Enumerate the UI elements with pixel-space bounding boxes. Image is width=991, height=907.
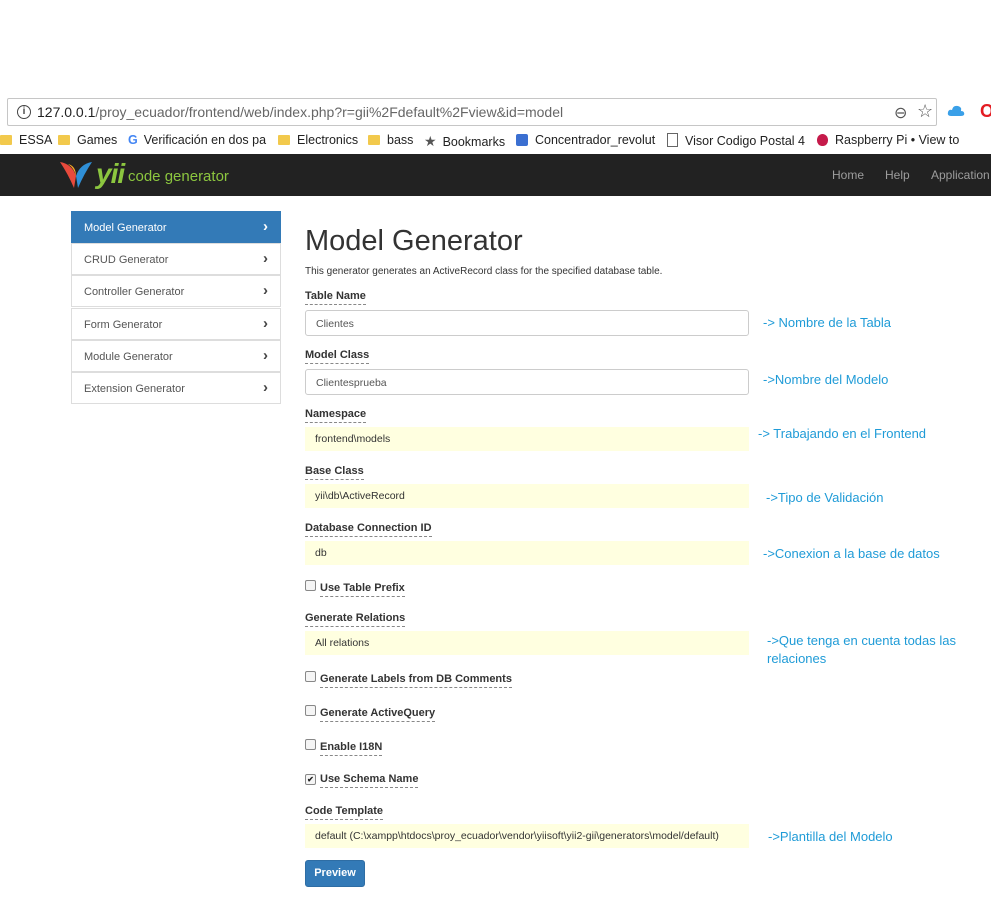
page-title: Model Generator — [305, 225, 523, 257]
bookmark-star-icon[interactable]: ☆ — [917, 101, 933, 122]
annotation-table: -> Nombre de la Tabla — [763, 315, 892, 330]
bookmark-raspberry[interactable]: Raspberry Pi • View to — [817, 133, 959, 147]
generate-activequery-checkbox[interactable]: Generate ActiveQuery — [305, 705, 436, 722]
checkbox-unchecked[interactable] — [305, 671, 316, 682]
generate-relations-input[interactable]: All relations — [305, 631, 749, 655]
chevron-right-icon: › — [263, 347, 268, 364]
folder-icon — [368, 135, 380, 145]
folder-icon — [58, 135, 70, 145]
bookmark-bass[interactable]: bass — [368, 133, 413, 147]
folder-icon — [278, 135, 290, 145]
base-class-label: Base Class — [305, 465, 364, 480]
table-name-label: Table Name — [305, 290, 366, 305]
nav-application[interactable]: Application — [931, 168, 990, 182]
nav-help[interactable]: Help — [885, 168, 910, 182]
zoom-out-icon[interactable]: ⊖ — [894, 103, 907, 123]
address-bar[interactable]: i 127.0.0.1/proy_ecuador/frontend/web/in… — [7, 98, 937, 126]
yii-logo[interactable]: yii code generator — [58, 158, 238, 192]
star-icon: ★ — [424, 133, 437, 149]
sidebar-item-model-generator[interactable]: Model Generator › — [71, 211, 281, 243]
folder-icon — [0, 135, 12, 145]
labels-from-db-checkbox[interactable]: Generate Labels from DB Comments — [305, 671, 512, 688]
annotation-template: ->Plantilla del Modelo — [768, 829, 893, 844]
navbar: yii code generator Home Help Application — [0, 154, 991, 196]
checkbox-checked[interactable]: ✔ — [305, 774, 316, 785]
table-name-input[interactable]: Clientes — [305, 310, 749, 336]
bookmark-verificacion[interactable]: G Verificación en dos pa — [128, 133, 266, 147]
chevron-right-icon: › — [263, 250, 268, 267]
bookmark-games[interactable]: Games — [58, 133, 117, 147]
checkbox-unchecked[interactable] — [305, 705, 316, 716]
checkbox-unchecked[interactable] — [305, 739, 316, 750]
model-class-input[interactable]: Clientesprueba — [305, 369, 749, 395]
bookmark-bookmarks[interactable]: ★ Bookmarks — [424, 133, 505, 150]
sidebar-item-crud-generator[interactable]: CRUD Generator › — [71, 243, 281, 275]
sidebar-item-controller-generator[interactable]: Controller Generator › — [71, 275, 281, 307]
annotation-relations-line2: relaciones — [767, 651, 827, 666]
code-template-input[interactable]: default (C:\xampp\htdocs\proy_ecuador\ve… — [305, 824, 749, 848]
annotation-frontend: -> Trabajando en el Frontend — [758, 426, 927, 441]
url-path: /proy_ecuador/frontend/web/index.php?r=g… — [95, 104, 564, 120]
bookmark-visor[interactable]: Visor Codigo Postal 4 — [667, 133, 805, 148]
chevron-right-icon: › — [263, 218, 268, 235]
google-icon: G — [128, 133, 138, 147]
chevron-right-icon: › — [263, 379, 268, 396]
bookmark-electronics[interactable]: Electronics — [278, 133, 358, 147]
info-icon[interactable]: i — [17, 105, 31, 119]
use-table-prefix-checkbox[interactable]: Use Table Prefix — [305, 580, 405, 597]
page-description: This generator generates an ActiveRecord… — [305, 266, 663, 277]
chevron-right-icon: › — [263, 282, 268, 299]
db-connection-label: Database Connection ID — [305, 522, 432, 537]
namespace-input[interactable]: frontend\models — [305, 427, 749, 451]
sidebar-item-extension-generator[interactable]: Extension Generator › — [71, 372, 281, 404]
bookmark-concentrador[interactable]: Concentrador_revolut — [516, 133, 655, 147]
generate-relations-label: Generate Relations — [305, 612, 406, 627]
url-host: 127.0.0.1 — [37, 104, 96, 120]
sidebar-item-form-generator[interactable]: Form Generator › — [71, 308, 281, 340]
chevron-right-icon: › — [263, 315, 268, 332]
model-class-label: Model Class — [305, 349, 370, 364]
code-template-label: Code Template — [305, 805, 384, 820]
bookmark-essa[interactable]: ESSA — [0, 133, 52, 147]
url-text[interactable]: 127.0.0.1/proy_ecuador/frontend/web/inde… — [37, 104, 563, 120]
annotation-validation: ->Tipo de Validación — [766, 490, 884, 505]
opera-extension-icon[interactable]: O — [980, 101, 991, 122]
db-connection-input[interactable]: db — [305, 541, 749, 565]
yii-logo-icon — [60, 162, 92, 188]
enable-i18n-checkbox[interactable]: Enable I18N — [305, 739, 383, 756]
sidebar-item-module-generator[interactable]: Module Generator › — [71, 340, 281, 372]
cloud-extension-icon[interactable] — [947, 104, 965, 118]
preview-button[interactable]: Preview — [305, 860, 365, 887]
nav-home[interactable]: Home — [832, 168, 864, 182]
bookmarks-bar: ESSA Games G Verificación en dos pa Elect… — [0, 128, 991, 154]
annotation-connection: ->Conexion a la base de datos — [763, 546, 940, 561]
logo-code-generator-text: code generator — [128, 168, 229, 185]
use-schema-name-checkbox[interactable]: ✔ Use Schema Name — [305, 773, 419, 788]
annotation-relations-line1: ->Que tenga en cuenta todas las — [767, 633, 956, 648]
app-icon — [516, 134, 528, 146]
annotation-model: ->Nombre del Modelo — [763, 372, 889, 387]
logo-yii-text: yii — [96, 158, 125, 189]
base-class-input[interactable]: yii\db\ActiveRecord — [305, 484, 749, 508]
namespace-label: Namespace — [305, 408, 367, 423]
raspberry-icon — [817, 134, 828, 146]
document-icon — [667, 133, 678, 147]
checkbox-unchecked[interactable] — [305, 580, 316, 591]
